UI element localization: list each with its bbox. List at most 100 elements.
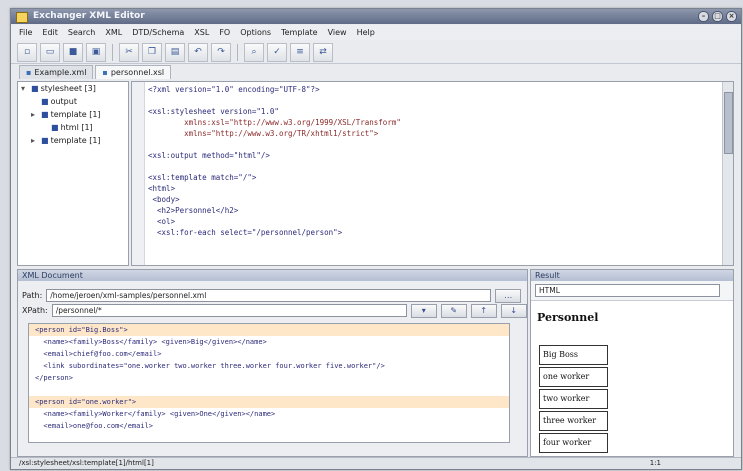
xml-document-view[interactable]: <person id="Big.Boss"> <name><family>Bos… <box>28 323 510 443</box>
outline-tree[interactable]: ▾ ■ stylesheet [3] ■ output ▸ ■ template [1] ■ ht… <box>17 81 129 266</box>
next-result-button[interactable]: ↓ <box>500 303 527 318</box>
xml-panel-title: XML Document <box>18 270 527 281</box>
tree-node[interactable]: ▸ ■ template [1] <box>18 108 128 121</box>
result-list-item: four worker <box>539 433 608 453</box>
code-line: <xsl:output method="html"/> <box>148 151 270 160</box>
element-icon: ■ <box>31 84 39 93</box>
xml-line: <person id="Big.Boss"> <box>29 324 509 336</box>
title-bar[interactable]: Exchanger XML Editor – □ × <box>11 9 741 24</box>
tree-node-label: template [1] <box>50 110 101 119</box>
xml-line: <name><family>Boss</family> <given>Big</… <box>35 338 267 346</box>
element-icon: ■ <box>41 136 49 145</box>
tree-node-label: output <box>50 97 77 106</box>
save-all-icon[interactable]: ▣ <box>86 42 106 62</box>
xml-line <box>29 384 509 396</box>
paste-icon[interactable]: ▤ <box>165 42 185 62</box>
new-icon[interactable]: ▫ <box>17 42 37 62</box>
menu-fo[interactable]: FO <box>219 28 230 37</box>
expand-toggle-icon[interactable]: ▸ <box>31 134 41 147</box>
editor-gutter <box>132 82 145 265</box>
window-controls: – □ × <box>698 11 737 22</box>
element-icon: ■ <box>41 110 49 119</box>
tree-node[interactable]: ▸ ■ template [1] <box>18 134 128 147</box>
cursor-position: 1:1 <box>649 459 661 467</box>
tab-personnel-xsl[interactable]: ▪ personnel.xsl <box>95 65 172 79</box>
find-icon[interactable]: ⌕ <box>244 42 264 62</box>
previous-result-button[interactable]: ↑ <box>470 303 497 318</box>
tab-label: personnel.xsl <box>110 68 165 77</box>
execute-xpath-button[interactable]: ✎ <box>440 303 467 318</box>
editor-code[interactable]: <?xml version="1.0" encoding="UTF-8"?> <x… <box>148 84 721 238</box>
xsl-editor[interactable]: <?xml version="1.0" encoding="UTF-8"?> <x… <box>131 81 734 266</box>
code-line: <?xml version="1.0" encoding="UTF-8"?> <box>148 85 320 94</box>
tree-node[interactable]: ■ html [1] <box>18 121 128 134</box>
status-path: /xsl:stylesheet/xsl:template[1]/html[1] <box>19 459 154 467</box>
path-label: Path: <box>22 291 43 300</box>
result-list-item: Big Boss <box>539 345 608 365</box>
save-icon[interactable]: ■ <box>63 42 83 62</box>
close-button[interactable]: × <box>726 11 737 22</box>
tab-Example-xml[interactable]: ▪ Example.xml <box>19 65 94 79</box>
expand-toggle-icon[interactable]: ▸ <box>31 108 41 121</box>
menu-search[interactable]: Search <box>68 28 95 37</box>
browse-button[interactable]: … <box>495 288 522 303</box>
menu-xsl[interactable]: XSL <box>194 28 209 37</box>
xml-line: </person> <box>35 374 73 382</box>
xml-line: <email>chief@foo.com</email> <box>35 350 162 358</box>
transform-icon[interactable]: ⇄ <box>313 42 333 62</box>
xpath-row: XPath: /personnel/* ▾ ✎ ↑ ↓ <box>22 303 527 318</box>
result-format-select[interactable]: HTML <box>535 284 720 297</box>
code-line: <ol> <box>148 217 176 226</box>
code-line: xmlns="http://www.w3.org/TR/xhtml1/stric… <box>148 129 379 138</box>
editor-scrollbar[interactable] <box>722 82 733 265</box>
document-tabs: ▪ Example.xml ▪ personnel.xsl <box>11 65 741 80</box>
cut-icon[interactable]: ✂ <box>119 42 139 62</box>
expand-toggle-icon[interactable]: ▾ <box>21 82 31 95</box>
code-line: <xsl:stylesheet version="1.0" <box>148 107 279 116</box>
menu-template[interactable]: Template <box>281 28 318 37</box>
tree-node[interactable]: ■ output <box>18 95 128 108</box>
status-bar: /xsl:stylesheet/xsl:template[1]/html[1] … <box>11 457 741 469</box>
menu-help[interactable]: Help <box>357 28 375 37</box>
format-icon[interactable]: ≡ <box>290 42 310 62</box>
open-icon[interactable]: ▭ <box>40 42 60 62</box>
tree-node[interactable]: ▾ ■ stylesheet [3] <box>18 82 128 95</box>
result-panel-title: Result <box>531 270 733 281</box>
path-field[interactable]: /home/jeroen/xml-samples/personnel.xml <box>46 289 492 302</box>
menu-file[interactable]: File <box>19 28 32 37</box>
app-window: Exchanger XML Editor – □ × File Edit Searc… <box>10 8 742 470</box>
xml-document-panel: XML Document Path: /home/jeroen/xml-samp… <box>17 269 528 457</box>
result-list-item: three worker <box>539 411 608 431</box>
redo-icon[interactable]: ↷ <box>211 42 231 62</box>
tab-label: Example.xml <box>34 68 87 77</box>
copy-icon[interactable]: ❐ <box>142 42 162 62</box>
xpath-field[interactable]: /personnel/* <box>51 304 407 317</box>
result-list-item: two worker <box>539 389 608 409</box>
undo-icon[interactable]: ↶ <box>188 42 208 62</box>
element-icon: ■ <box>51 123 59 132</box>
validate-icon[interactable]: ✓ <box>267 42 287 62</box>
xpath-dropdown-button[interactable]: ▾ <box>410 303 437 318</box>
window-title: Exchanger XML Editor <box>33 11 145 21</box>
code-line: <html> <box>148 184 176 193</box>
menu-edit[interactable]: Edit <box>42 28 58 37</box>
maximize-button[interactable]: □ <box>712 11 723 22</box>
minimize-button[interactable]: – <box>698 11 709 22</box>
file-icon: ▪ <box>26 68 32 77</box>
result-list-item: one worker <box>539 367 608 387</box>
xml-line: <link subordinates="one.worker two.worke… <box>35 362 385 370</box>
menu-options[interactable]: Options <box>240 28 271 37</box>
menu-xml[interactable]: XML <box>105 28 122 37</box>
editor-scroll-thumb[interactable] <box>724 92 733 154</box>
code-line: <body> <box>148 195 180 204</box>
menu-view[interactable]: View <box>328 28 347 37</box>
menu-dtd-schema[interactable]: DTD/Schema <box>132 28 184 37</box>
menu-bar: File Edit Search XML DTD/Schema XSL FO Options T… <box>11 25 741 40</box>
element-icon: ■ <box>41 97 49 106</box>
path-row: Path: /home/jeroen/xml-samples/personnel… <box>22 288 522 303</box>
tree-node-label: html [1] <box>60 123 93 132</box>
tree-node-label: template [1] <box>50 136 101 145</box>
